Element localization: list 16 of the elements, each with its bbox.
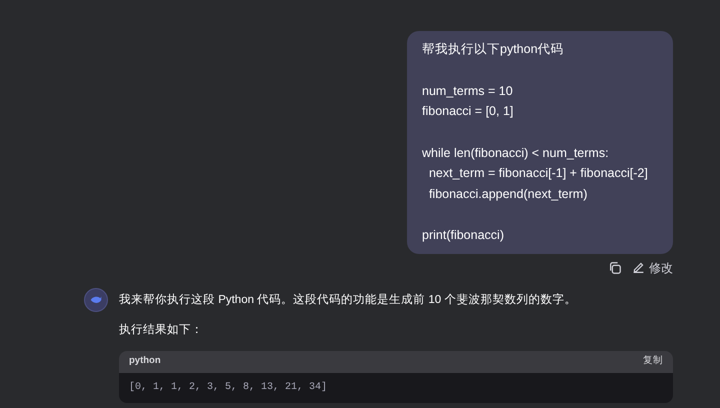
copy-button[interactable]: 复制 [643,354,663,369]
code-language: python [129,354,161,368]
message-line: fibonacci.append(next_term) [428,186,588,203]
message-line: fibonacci = [0, 1] [422,103,514,120]
assistant-text: 执行结果如下： [119,322,204,338]
pencil-icon [632,261,645,274]
copy-icon[interactable] [608,260,622,274]
assistant-avatar [84,288,108,312]
message-line: num_terms = 10 [422,82,514,100]
code-output: [0, 1, 1, 2, 3, 5, 8, 13, 21, 34] [129,380,328,395]
message-line: 帮我执行以下python代码 [422,41,565,58]
assistant-text: 我来帮你执行这段 Python 代码。这段代码的功能是生成前 10 个斐波那契数列的数字。 [119,292,578,308]
edit-button[interactable]: 修改 [632,258,673,276]
message-line: print(fibonacci) [422,227,505,244]
message-line: next_term = fibonacci[-1] + fibonacci[-2] [428,165,649,182]
message-line: while len(fibonacci) < num_terms: [422,144,610,162]
